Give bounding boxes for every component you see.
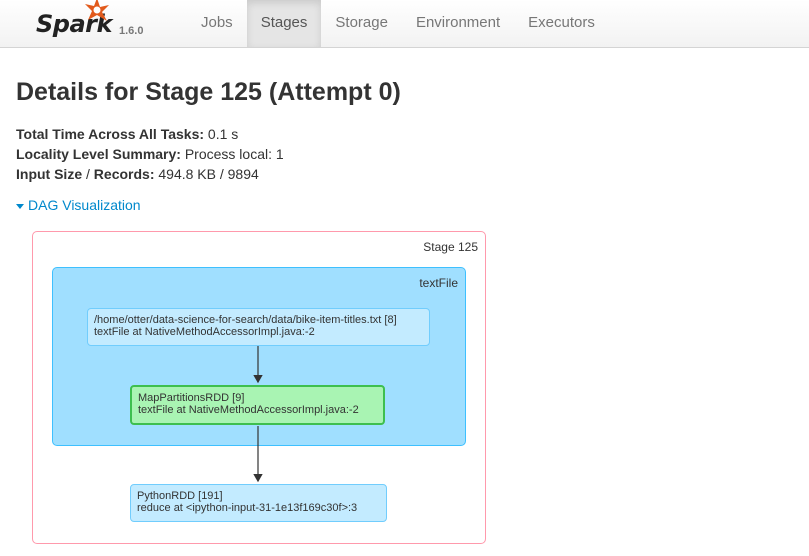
dag-node-python-rdd[interactable]: PythonRDD [191] reduce at <ipython-input…: [130, 484, 387, 522]
dag-edges: [253, 346, 263, 483]
node-line2: reduce at <ipython-input-31-1e13f169c30f…: [137, 502, 358, 514]
node-line2: textFile at NativeMethodAccessorImpl.jav…: [94, 326, 315, 338]
node-line2: textFile at NativeMethodAccessorImpl.jav…: [138, 404, 359, 416]
dag-node-mappartitions-rdd[interactable]: MapPartitionsRDD [9] textFile at NativeM…: [130, 385, 385, 425]
node-line1: MapPartitionsRDD [9]: [138, 392, 245, 404]
node-line1: PythonRDD [191]: [137, 490, 223, 502]
dag-node-textfile-rdd[interactable]: /home/otter/data-science-for-search/data…: [87, 308, 430, 346]
node-line1: /home/otter/data-science-for-search/data…: [94, 314, 397, 326]
